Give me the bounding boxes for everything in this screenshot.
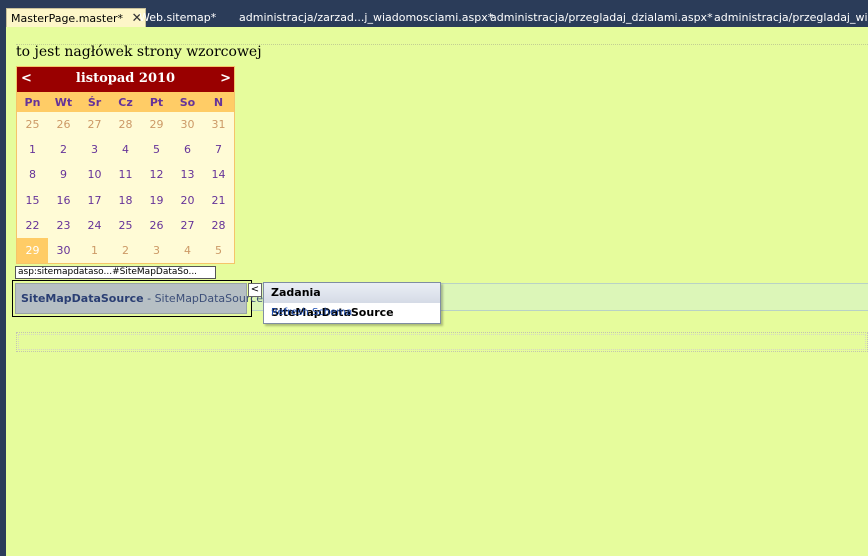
calendar-day[interactable]: 28: [110, 112, 141, 137]
calendar-day[interactable]: 25: [17, 112, 48, 137]
calendar-day[interactable]: 2: [110, 238, 141, 263]
calendar-grid: Pn Wt Śr Cz Pt So N 25 26 27 28 29 30 31 1 2 3 4 5 6 7 8 9 10 1…: [17, 92, 234, 264]
weekday-header: Wt: [48, 92, 79, 112]
calendar-day[interactable]: 12: [141, 162, 172, 187]
weekday-header: Śr: [79, 92, 110, 112]
calendar-control[interactable]: < listopad 2010 > Pn Wt Śr Cz Pt So N 25 26 27 28…: [16, 66, 235, 265]
weekday-header: N: [203, 92, 234, 112]
document-tab-strip: MasterPage.master* ✕ Web.sitemap* adminis…: [0, 0, 868, 27]
datasource-separator: -: [143, 292, 155, 305]
calendar-day[interactable]: 19: [141, 188, 172, 213]
smart-tasks-title: Zadania SiteMapDataSource: [264, 283, 440, 319]
refresh-schema-link[interactable]: Refresh Schema: [264, 303, 440, 323]
calendar-day[interactable]: 10: [79, 162, 110, 187]
calendar-day[interactable]: 29: [141, 112, 172, 137]
calendar-day[interactable]: 2: [48, 137, 79, 162]
calendar-day[interactable]: 27: [79, 112, 110, 137]
sitemap-datasource-control[interactable]: SiteMapDataSource - SiteMapDataSource1: [12, 280, 270, 317]
calendar-day[interactable]: 17: [79, 188, 110, 213]
calendar-day[interactable]: 26: [141, 213, 172, 238]
calendar-week-row: 25 26 27 28 29 30 31: [17, 112, 234, 137]
calendar-day[interactable]: 18: [110, 188, 141, 213]
calendar-day[interactable]: 22: [17, 213, 48, 238]
calendar-next-month[interactable]: >: [220, 71, 231, 86]
calendar-day[interactable]: 6: [172, 137, 203, 162]
calendar-day[interactable]: 4: [110, 137, 141, 162]
calendar-day[interactable]: 28: [203, 213, 234, 238]
weekday-header: Pn: [17, 92, 48, 112]
design-surface[interactable]: to jest nagłówek strony wzorcowej < list…: [6, 27, 868, 556]
calendar-day[interactable]: 9: [48, 162, 79, 187]
calendar-day[interactable]: 7: [203, 137, 234, 162]
calendar-day[interactable]: 5: [141, 137, 172, 162]
calendar-day[interactable]: 4: [172, 238, 203, 263]
calendar-day[interactable]: 29: [17, 237, 48, 264]
weekday-header-row: Pn Wt Śr Cz Pt So N: [17, 92, 234, 112]
weekday-header: So: [172, 92, 203, 112]
datasource-type-name: SiteMapDataSource: [21, 292, 144, 305]
calendar-day[interactable]: 15: [17, 188, 48, 213]
content-placeholder-inner: [18, 334, 866, 350]
calendar-day[interactable]: 25: [110, 213, 141, 238]
datasource-tag: asp:sitemapdataso...#SiteMapDataSo...: [15, 266, 216, 279]
calendar-day[interactable]: 23: [48, 213, 79, 238]
calendar-day[interactable]: 13: [172, 162, 203, 187]
calendar-day[interactable]: 3: [141, 238, 172, 263]
calendar-day[interactable]: 1: [79, 238, 110, 263]
calendar-day[interactable]: 30: [48, 238, 79, 263]
smart-tasks-popup: Zadania SiteMapDataSource Refresh Schema: [263, 282, 441, 324]
calendar-week-row: 22 23 24 25 26 27 28: [17, 213, 234, 238]
page-header-text: to jest nagłówek strony wzorcowej: [16, 44, 262, 60]
calendar-day[interactable]: 21: [203, 188, 234, 213]
weekday-header: Cz: [110, 92, 141, 112]
calendar-day[interactable]: 3: [79, 137, 110, 162]
calendar-week-row: 1234567: [17, 137, 234, 162]
tab-masterpage[interactable]: MasterPage.master* ✕: [6, 8, 146, 27]
weekday-header: Pt: [141, 92, 172, 112]
tab-zarzadzaj-wiadomosciami[interactable]: administracja/zarzad...j_wiadomosciami.a…: [239, 8, 493, 27]
calendar-day[interactable]: 24: [79, 213, 110, 238]
smart-tag-collapse-icon[interactable]: <: [248, 283, 262, 297]
tab-label: administracja/przegladaj_dzialami.aspx*: [490, 11, 713, 24]
tab-przegladaj-dzialami[interactable]: administracja/przegladaj_dzialami.aspx*: [490, 8, 713, 27]
calendar-day[interactable]: 27: [172, 213, 203, 238]
calendar-day[interactable]: 5: [203, 238, 234, 263]
calendar-week-row: 29 30 1 2 3 4 5: [17, 237, 234, 264]
calendar-month-title: listopad 2010: [75, 71, 176, 86]
calendar-day[interactable]: 16: [48, 188, 79, 213]
calendar-title-bar: < listopad 2010 >: [17, 67, 234, 92]
calendar-day[interactable]: 14: [203, 162, 234, 187]
calendar-day[interactable]: 30: [172, 112, 203, 137]
sitemap-datasource-body[interactable]: SiteMapDataSource - SiteMapDataSource1: [15, 283, 270, 314]
calendar-day[interactable]: 1: [17, 137, 48, 162]
tab-web-sitemap[interactable]: Web.sitemap*: [139, 8, 216, 27]
tab-przegladaj-wiadomosci[interactable]: administracja/przegladaj_wiadom: [714, 8, 868, 27]
calendar-day[interactable]: 8: [17, 162, 48, 187]
calendar-day[interactable]: 11: [110, 162, 141, 187]
tab-label: administracja/zarzad...j_wiadomosciami.a…: [239, 11, 494, 24]
tab-label: MasterPage.master*: [11, 12, 123, 25]
calendar-day[interactable]: 26: [48, 112, 79, 137]
calendar-week-row: 8 9 10 11 12 13 14: [17, 162, 234, 187]
tab-label: administracja/przegladaj_wiadom: [714, 11, 868, 24]
tab-label: Web.sitemap*: [139, 11, 217, 24]
calendar-day[interactable]: 31: [203, 112, 234, 137]
calendar-week-row: 15 16 17 18 19 20 21: [17, 188, 234, 213]
calendar-day[interactable]: 20: [172, 188, 203, 213]
